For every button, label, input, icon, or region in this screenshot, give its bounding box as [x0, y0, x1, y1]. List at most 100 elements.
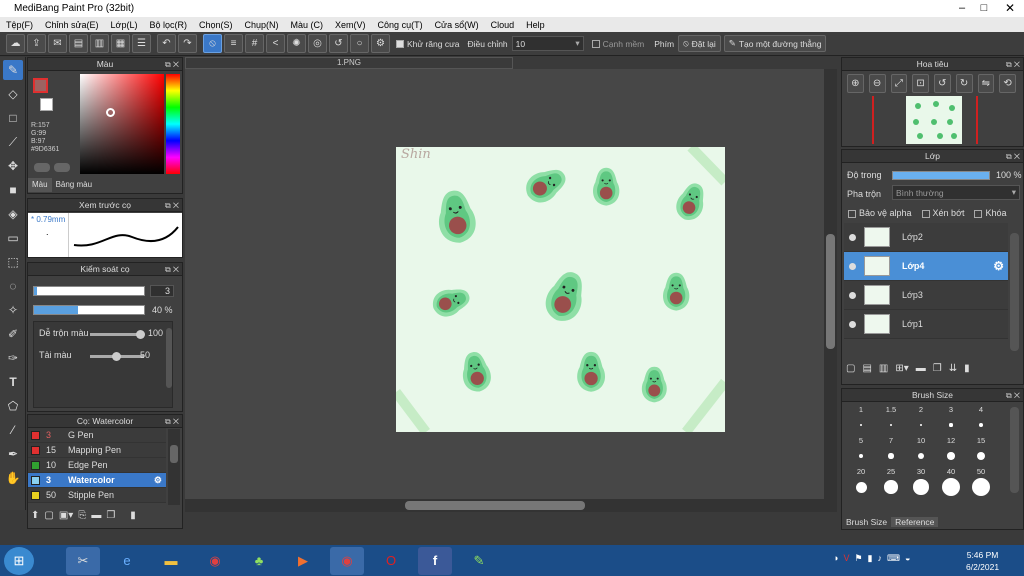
dot-tool-icon[interactable]: ⟋: [3, 132, 23, 152]
document-canvas[interactable]: Shin: [396, 147, 725, 432]
tray-up-icon[interactable]: ◑: [833, 553, 838, 564]
brush-size-cell[interactable]: 20: [846, 467, 876, 498]
adjust-dropdown[interactable]: 10: [511, 36, 584, 51]
redo-icon[interactable]: ↷: [178, 34, 197, 53]
curve-snap-icon[interactable]: ↺: [329, 34, 348, 53]
horizontal-scrollbar[interactable]: [405, 501, 585, 510]
new-line-button[interactable]: ✎ Tạo một đường thẳng: [723, 35, 827, 52]
control-scrollbar[interactable]: [166, 328, 172, 388]
brush-item-g-pen[interactable]: 3 G Pen: [28, 428, 166, 443]
new-halftone-layer-icon[interactable]: ▤: [862, 363, 871, 374]
save-icon[interactable]: ▥: [90, 34, 109, 53]
vertical-scrollbar[interactable]: [826, 234, 835, 349]
eraser-tool-icon[interactable]: ◇: [3, 84, 23, 104]
panel-float-close-icon[interactable]: ⧉ ✕: [165, 415, 179, 428]
delete-brush-icon[interactable]: ▮: [130, 510, 136, 521]
opera-icon[interactable]: O: [374, 547, 408, 575]
opacity-bar[interactable]: [33, 305, 145, 315]
eyedropper-icon[interactable]: ⁄: [3, 420, 23, 440]
menu-capture[interactable]: Chụp(N): [245, 20, 279, 30]
blend-slider[interactable]: [90, 330, 145, 339]
facebook-icon[interactable]: f: [418, 546, 452, 575]
actual-size-icon[interactable]: ⊡: [912, 74, 929, 93]
color-picker-cursor[interactable]: [106, 108, 115, 117]
panel-float-close-icon[interactable]: ⧉ ✕: [1006, 150, 1020, 163]
ie-icon[interactable]: e: [110, 547, 144, 575]
parallel-snap-icon[interactable]: ≡: [224, 34, 243, 53]
upload-icon[interactable]: ⇪: [27, 34, 46, 53]
menu-color[interactable]: Màu (C): [291, 20, 324, 30]
add-layer-menu-icon[interactable]: ⊞▾: [895, 363, 908, 374]
brush-size-cell[interactable]: 50: [966, 467, 996, 498]
select-rect-icon[interactable]: ⬚: [3, 252, 23, 272]
network-icon[interactable]: ▮: [868, 553, 873, 564]
protect-alpha-checkbox[interactable]: [848, 209, 856, 218]
brush-size-cell[interactable]: 15: [966, 436, 996, 467]
list-icon[interactable]: ☰: [132, 34, 151, 53]
medibang-icon[interactable]: ✎: [462, 547, 496, 575]
primary-color-swatch[interactable]: [33, 78, 48, 93]
lock-checkbox[interactable]: [974, 209, 983, 218]
folder-icon[interactable]: ▬: [91, 510, 101, 521]
copy-brush-icon[interactable]: ⎘: [78, 510, 86, 521]
brush-item-watercolor[interactable]: 3 Watercolor ⚙: [28, 473, 166, 488]
gear-icon[interactable]: ⚙: [154, 475, 162, 486]
vanish-snap-icon[interactable]: <: [266, 34, 285, 53]
secondary-color-swatch[interactable]: [40, 98, 53, 111]
eye-icon[interactable]: [849, 233, 856, 241]
maximize-button[interactable]: □: [970, 0, 998, 17]
panel-float-close-icon[interactable]: ⧉ ✕: [165, 263, 179, 276]
brush-size-cell[interactable]: 1: [846, 405, 876, 436]
volume-icon[interactable]: ♪: [877, 553, 882, 564]
folder-icon[interactable]: ▬: [916, 363, 926, 374]
eye-icon[interactable]: [849, 262, 856, 270]
hand-tool-icon[interactable]: ✋: [3, 468, 23, 488]
text-tool-icon[interactable]: T: [3, 372, 23, 392]
layer-row-selected[interactable]: Lớp4 ⚙: [844, 252, 1008, 281]
ink-slider[interactable]: [90, 352, 144, 361]
select-pen-icon[interactable]: ✐: [3, 324, 23, 344]
gear-icon[interactable]: ⚙: [993, 259, 1004, 273]
reset-view-icon[interactable]: ⟲: [999, 74, 1016, 93]
soft-edge-checkbox[interactable]: [591, 40, 600, 49]
antivirus-icon[interactable]: V: [843, 553, 849, 564]
zoom-in-icon[interactable]: ⊕: [847, 74, 864, 93]
snap-off-icon[interactable]: ⦸: [203, 34, 222, 53]
folder-icon[interactable]: ▬: [154, 547, 188, 575]
chrome-active-icon[interactable]: ◉: [330, 546, 364, 575]
close-button[interactable]: ✕: [996, 0, 1024, 17]
rotate-left-icon[interactable]: ↺: [934, 74, 951, 93]
panel-float-close-icon[interactable]: ⧉ ✕: [1006, 58, 1020, 71]
bucket-tool-icon[interactable]: ◈: [3, 204, 23, 224]
zoom-out-icon[interactable]: ⊖: [868, 74, 886, 93]
brush-size-cell[interactable]: 2: [906, 405, 936, 436]
panel-float-close-icon[interactable]: ⧉ ✕: [165, 58, 179, 71]
clipping-checkbox[interactable]: [921, 209, 930, 218]
comment-icon[interactable]: ✉: [48, 34, 67, 53]
wifi-icon[interactable]: ◒: [905, 553, 910, 564]
brush-item-edge-pen[interactable]: 10 Edge Pen: [28, 458, 166, 473]
layer-row[interactable]: Lớp3: [844, 281, 1008, 310]
eye-icon[interactable]: [849, 291, 856, 299]
menu-edit[interactable]: Chỉnh sửa(E): [45, 20, 99, 30]
paint-app-icon[interactable]: ✂: [66, 546, 100, 575]
color-toggle-a[interactable]: [34, 163, 50, 172]
brush-size-scrollbar[interactable]: [1010, 407, 1019, 493]
brush-size-cell[interactable]: 25: [876, 467, 906, 498]
cross-snap-icon[interactable]: #: [245, 34, 264, 53]
rotate-right-icon[interactable]: ↻: [955, 74, 973, 93]
undo-icon[interactable]: ↶: [157, 34, 176, 53]
eye-icon[interactable]: [849, 320, 856, 328]
menu-select[interactable]: Chọn(S): [199, 20, 233, 30]
fit-icon[interactable]: ⤢: [890, 74, 908, 93]
menu-view[interactable]: Xem(V): [335, 20, 366, 30]
brush-size-cell[interactable]: 4: [966, 405, 996, 436]
new-layer-icon[interactable]: ▢: [846, 363, 855, 374]
tab-brush-size[interactable]: Brush Size: [842, 517, 891, 527]
brush-size-cell[interactable]: 40: [936, 467, 966, 498]
divide-tool-icon[interactable]: ⬠: [3, 396, 23, 416]
brush-size-cell[interactable]: 5: [846, 436, 876, 467]
duplicate-layer-icon[interactable]: ❐: [933, 363, 942, 374]
hue-slider[interactable]: [166, 74, 180, 174]
brush-list-scrollbar[interactable]: [170, 445, 178, 463]
